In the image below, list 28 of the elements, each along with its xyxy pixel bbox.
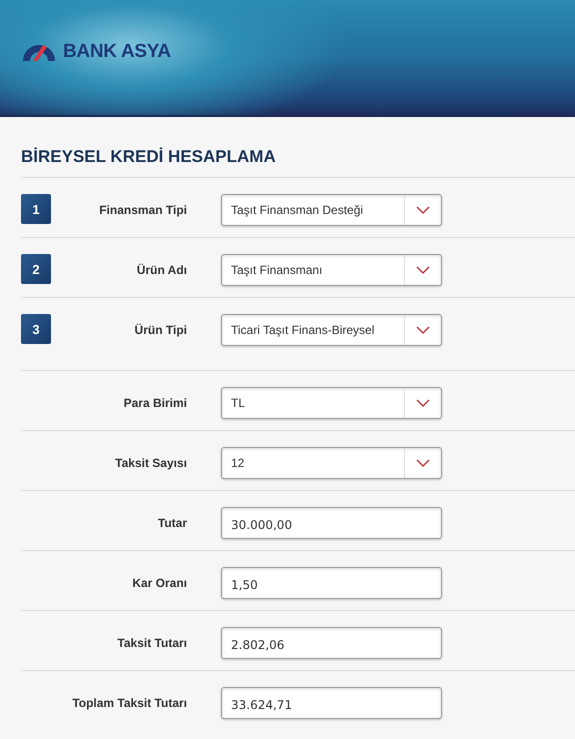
field-label: Ürün Adı [136, 262, 187, 277]
chevron-down-icon [416, 206, 430, 214]
field-label: Tutar [156, 515, 187, 530]
dropdown[interactable]: 12 [221, 447, 442, 479]
chevron-down-icon [416, 459, 430, 467]
input-field[interactable]: 33.624,71 [221, 687, 442, 719]
dropdown[interactable]: Taşıt Finansman Desteği [221, 194, 442, 226]
dropdown[interactable]: TL [221, 387, 442, 419]
step-number: 3 [21, 314, 51, 344]
bank-logo-text: BANK ASYA [63, 40, 171, 62]
step-number: 1 [21, 194, 51, 224]
field-label: Toplam Taksit Tutarı [71, 695, 187, 710]
field-label: Finansman Tipi [98, 202, 187, 217]
input-field[interactable]: 30.000,00 [221, 507, 442, 539]
step-number: 2 [21, 254, 51, 284]
field-label: Taksit Tutarı [116, 635, 187, 650]
field-label: Para Birimi [122, 395, 187, 410]
field-label: Ürün Tipi [134, 322, 187, 337]
chevron-down-icon [416, 326, 430, 334]
input-field[interactable]: 2.802,06 [221, 627, 442, 659]
chevron-down-icon [416, 399, 430, 407]
dropdown[interactable]: Taşıt Finansmanı [221, 254, 442, 286]
page-title: BİREYSEL KREDİ HESAPLAMA [21, 117, 575, 178]
dropdown[interactable]: Ticari Taşıt Finans-Bireysel [221, 314, 442, 346]
chevron-down-icon [416, 266, 430, 274]
field-label: Kar Oranı [131, 575, 187, 590]
field-label: Taksit Sayısı [114, 455, 187, 470]
input-field[interactable]: 1,50 [221, 567, 442, 599]
